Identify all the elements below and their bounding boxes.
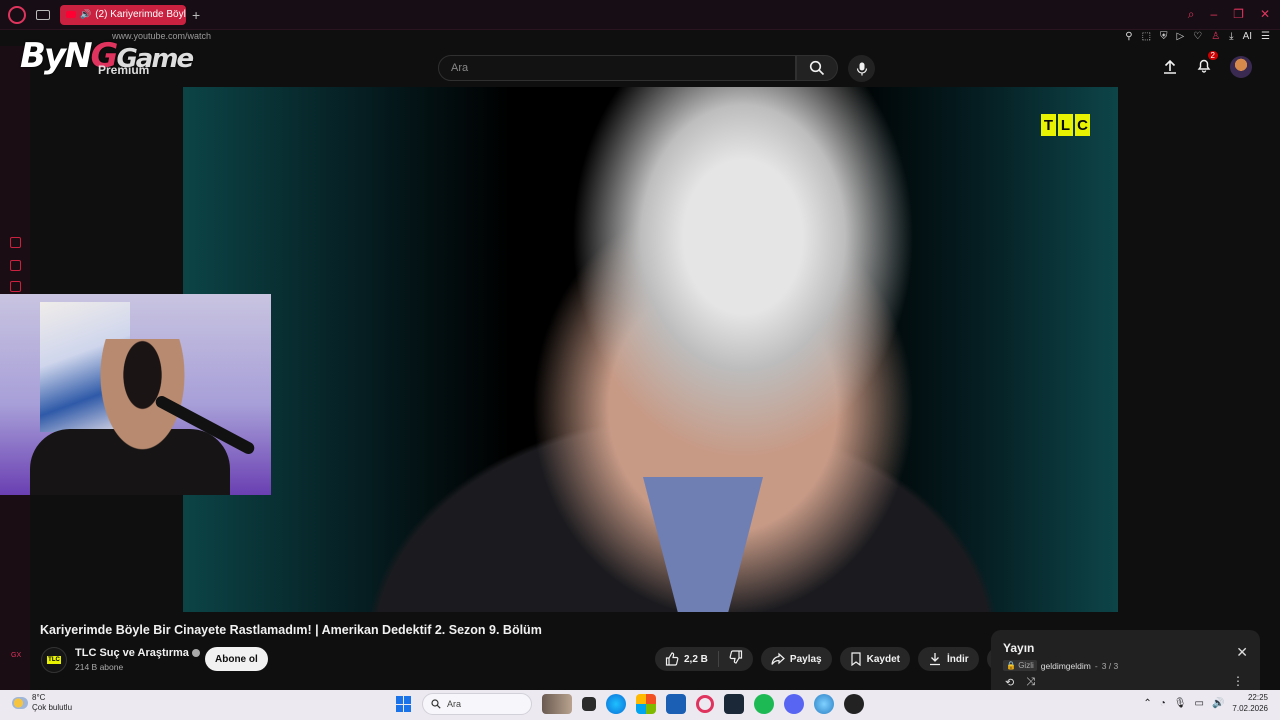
browser-tab-bar: 🔊 (2) Kariyerimde Böyle Bir Cinayete Ras… bbox=[0, 0, 1280, 30]
start-icon[interactable] bbox=[396, 696, 412, 712]
share-button[interactable]: Paylaş bbox=[760, 647, 832, 671]
channel-avatar[interactable]: TLC bbox=[41, 647, 67, 673]
temperature: 8°C bbox=[32, 693, 46, 702]
youtube-favicon-icon bbox=[66, 11, 76, 18]
like-button[interactable]: 2,2 B bbox=[655, 651, 719, 667]
download-icon[interactable]: ⤓ bbox=[1229, 31, 1233, 42]
edge-icon[interactable] bbox=[606, 694, 626, 714]
share-icon bbox=[771, 652, 785, 665]
profile-icon[interactable]: ♙ bbox=[1211, 31, 1220, 42]
verified-icon bbox=[191, 649, 200, 658]
browser-tab-active[interactable]: 🔊 (2) Kariyerimde Böyle Bir Cinayete Ras… bbox=[60, 4, 186, 25]
avatar[interactable] bbox=[1230, 56, 1252, 78]
weather-widget[interactable]: 8°C Çok bulutlu bbox=[12, 693, 72, 713]
chevron-up-icon[interactable]: ⌃ bbox=[1143, 698, 1151, 709]
taskbar-search[interactable]: Ara bbox=[422, 693, 532, 715]
bookmark-icon bbox=[851, 652, 861, 666]
search-tabs-icon[interactable]: ⌕ bbox=[1188, 7, 1195, 22]
like-count: 2,2 B bbox=[684, 653, 708, 665]
playlist-title: Yayın bbox=[1003, 641, 1035, 655]
task-view-icon[interactable] bbox=[582, 697, 596, 711]
youtube-header-actions: 2 bbox=[1162, 50, 1252, 78]
shuffle-icon[interactable]: ⤨ bbox=[1026, 676, 1035, 689]
network-app-icon[interactable] bbox=[814, 694, 834, 714]
playlist-panel: Yayın 🔒 Gizli geldimgeldim - 3 / 3 ✕ ⟲ ⤨… bbox=[991, 630, 1260, 690]
widgets-icon[interactable] bbox=[542, 694, 572, 714]
search-icon bbox=[809, 60, 825, 76]
snapshot-icon[interactable]: ⬚ bbox=[1142, 31, 1151, 42]
aria-ai-icon[interactable]: AI bbox=[1243, 31, 1252, 42]
upload-icon[interactable] bbox=[1162, 59, 1178, 75]
tlc-watermark: TLC bbox=[1041, 114, 1090, 136]
search-icon bbox=[431, 699, 441, 709]
panel-menu-icon[interactable]: ⋮ bbox=[1232, 674, 1244, 688]
discord-icon[interactable] bbox=[784, 694, 804, 714]
download-icon bbox=[929, 653, 940, 666]
video-actions: 2,2 B Paylaş Kaydet İndir ··· bbox=[655, 647, 1011, 671]
download-button[interactable]: İndir bbox=[917, 647, 979, 671]
microphone-icon bbox=[856, 62, 867, 75]
opera-gx-icon[interactable] bbox=[8, 5, 26, 24]
sidebar-history-icon[interactable] bbox=[10, 237, 21, 248]
loop-icon[interactable]: ⟲ bbox=[1005, 676, 1014, 689]
clock[interactable]: 22:25 7.02.2026 bbox=[1232, 692, 1268, 714]
network-icon[interactable]: ▭ bbox=[1195, 698, 1204, 709]
weather-condition: Çok bulutlu bbox=[32, 703, 73, 712]
spotify-icon[interactable] bbox=[754, 694, 774, 714]
player-icon[interactable]: ▷ bbox=[1177, 31, 1185, 42]
tab-title: (2) Kariyerimde Böyle Bir Cinayete Rastl… bbox=[95, 9, 186, 20]
tab-manager-icon[interactable] bbox=[36, 9, 50, 20]
dislike-button[interactable] bbox=[719, 649, 753, 669]
obs-icon[interactable] bbox=[844, 694, 864, 714]
channel-name[interactable]: TLC Suç ve Araştırma bbox=[75, 647, 200, 659]
opera-gx-taskbar-icon[interactable] bbox=[696, 695, 714, 713]
store-icon[interactable] bbox=[666, 694, 686, 714]
webcam-overlay bbox=[0, 294, 271, 495]
volume-icon[interactable]: 🔊 bbox=[1212, 698, 1224, 709]
thumbs-down-icon bbox=[729, 649, 743, 664]
playlist-channel[interactable]: geldimgeldim bbox=[1041, 661, 1091, 671]
sidebar-gx-label[interactable]: GX bbox=[11, 652, 21, 659]
playlist-controls: ⟲ ⤨ bbox=[1005, 676, 1035, 689]
sidebar-bag-icon[interactable] bbox=[10, 260, 21, 271]
youtube-premium-label[interactable]: Premium bbox=[98, 63, 149, 77]
subscribe-button[interactable]: Abone ol bbox=[205, 647, 268, 671]
microphone-tray-icon[interactable]: 🎙 bbox=[1174, 698, 1187, 709]
save-button[interactable]: Kaydet bbox=[839, 647, 910, 671]
extensions-toolbar: ⚲ ⬚ ⛨ ▷ ♡ ♙ ⤓ AI ☰ bbox=[1125, 31, 1270, 42]
new-tab-icon[interactable]: + bbox=[192, 7, 200, 23]
voice-search-button[interactable] bbox=[848, 55, 875, 82]
speaker-icon[interactable]: 🔊 bbox=[80, 9, 91, 20]
close-window-icon[interactable]: ✕ bbox=[1260, 7, 1270, 22]
system-tray: ⌃ ◔ 🎙 ▭ 🔊 22:25 7.02.2026 bbox=[1143, 692, 1268, 714]
restore-icon[interactable]: ❐ bbox=[1233, 7, 1244, 22]
streamer-head bbox=[95, 339, 190, 459]
copilot-icon[interactable] bbox=[636, 694, 656, 714]
heart-icon[interactable]: ♡ bbox=[1193, 31, 1202, 42]
minimize-icon[interactable]: – bbox=[1210, 7, 1217, 22]
search-input[interactable]: Ara bbox=[438, 55, 796, 81]
subscriber-count: 214 B abone bbox=[75, 662, 124, 672]
pin-icon[interactable]: ⚲ bbox=[1125, 31, 1132, 42]
menu-icon[interactable]: ☰ bbox=[1261, 31, 1270, 42]
search-button[interactable] bbox=[796, 55, 838, 81]
video-title: Kariyerimde Böyle Bir Cinayete Rastlamad… bbox=[40, 623, 542, 637]
like-dislike-group: 2,2 B bbox=[655, 647, 753, 671]
thumbs-up-icon bbox=[665, 652, 679, 666]
notifications-button[interactable]: 2 bbox=[1196, 50, 1218, 78]
lock-icon: 🔒 Gizli bbox=[1003, 660, 1037, 671]
taskbar-apps: Ara bbox=[396, 693, 864, 715]
sidebar-cube-icon[interactable] bbox=[10, 281, 21, 292]
close-panel-icon[interactable]: ✕ bbox=[1236, 644, 1248, 661]
steam-icon[interactable] bbox=[724, 694, 744, 714]
weather-icon bbox=[12, 697, 28, 709]
notification-badge: 2 bbox=[1207, 50, 1218, 60]
video-frame-shirt bbox=[643, 477, 763, 612]
video-player[interactable]: TLC TLC bbox=[183, 87, 1118, 612]
window-controls: ⌕ – ❐ ✕ bbox=[1188, 7, 1270, 22]
shield-icon[interactable]: ⛨ bbox=[1160, 31, 1168, 42]
tray-app-icon[interactable]: ◔ bbox=[1160, 698, 1166, 709]
playlist-meta: 🔒 Gizli geldimgeldim - 3 / 3 bbox=[1003, 660, 1118, 671]
playlist-position: 3 / 3 bbox=[1101, 660, 1119, 671]
